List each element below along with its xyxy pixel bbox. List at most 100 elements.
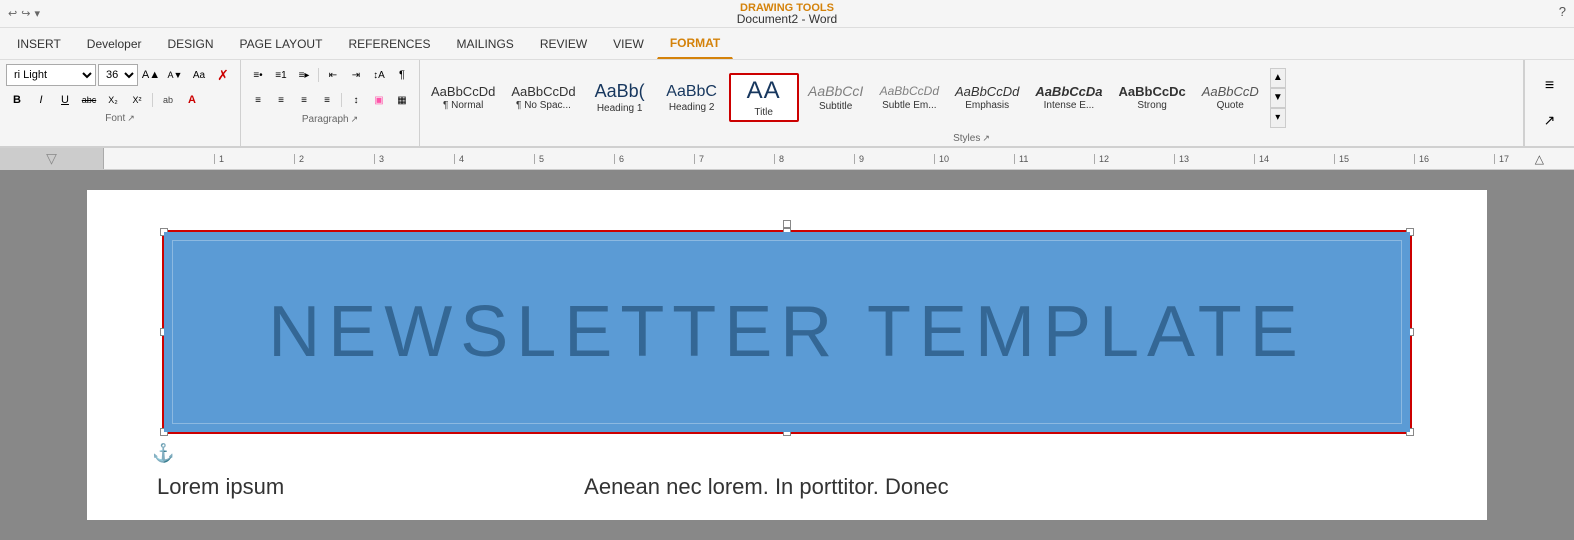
newsletter-text[interactable]: NEWSLETTER TEMPLATE <box>268 291 1305 373</box>
style-emphasis-label: Emphasis <box>965 100 1009 111</box>
style-strong[interactable]: AaBbCcDc Strong <box>1112 81 1193 115</box>
style-intense-label: Intense E... <box>1044 100 1095 111</box>
font-expand-icon[interactable]: ↗ <box>127 113 135 124</box>
tab-insert[interactable]: INSERT <box>4 28 74 59</box>
font-grow-button[interactable]: A▲ <box>140 64 162 86</box>
tab-format[interactable]: FORMAT <box>657 28 733 59</box>
styles-expand-btn[interactable]: ▾ <box>1270 108 1286 128</box>
ruler-mark-3: 3 <box>374 154 454 164</box>
text-highlight-button[interactable]: ab <box>157 89 179 111</box>
strikethrough-button[interactable]: abc <box>78 89 100 111</box>
quick-access[interactable]: ↩ ↪ ▾ <box>8 7 40 20</box>
below-text-col1: Lorem ipsum <box>157 474 284 500</box>
title-bar: ↩ ↪ ▾ DRAWING TOOLS Document2 - Word ? <box>0 0 1574 28</box>
style-quote-label: Quote <box>1217 100 1244 111</box>
below-text-area: Lorem ipsum Aenean nec lorem. In porttit… <box>147 474 1427 500</box>
handle-top-center-above[interactable] <box>783 220 791 228</box>
style-emphasis[interactable]: AaBbCcDd Emphasis <box>948 81 1026 115</box>
clear-format-button[interactable]: ✗ <box>212 64 234 86</box>
ruler-arrow-left: ▽ <box>46 150 57 167</box>
borders-button[interactable]: ▦ <box>391 89 413 111</box>
undo-icon[interactable]: ↩ <box>8 7 17 20</box>
italic-button[interactable]: I <box>30 89 52 111</box>
style-heading2[interactable]: AaBbC Heading 2 <box>657 79 727 116</box>
font-size-select[interactable]: 36 <box>98 64 138 86</box>
ruler-arrow-right: △ <box>1535 152 1544 166</box>
shading-button[interactable]: ▣ <box>368 89 390 111</box>
text-box-selection[interactable]: NEWSLETTER TEMPLATE <box>162 230 1412 434</box>
style-h1-label: Heading 1 <box>597 103 643 114</box>
redo-icon[interactable]: ↪ <box>21 7 30 20</box>
ruler-mark-13: 13 <box>1174 154 1254 164</box>
bullets-button[interactable]: ≡• <box>247 64 269 86</box>
right-btn1[interactable]: ≡ <box>1530 71 1570 101</box>
superscript-button[interactable]: X² <box>126 89 148 111</box>
align-right-button[interactable]: ≡ <box>293 89 315 111</box>
sort-button[interactable]: ↕A <box>368 64 390 86</box>
decrease-indent-button[interactable]: ⇤ <box>322 64 344 86</box>
align-left-button[interactable]: ≡ <box>247 89 269 111</box>
ruler-mark-1: 1 <box>214 154 294 164</box>
align-center-button[interactable]: ≡ <box>270 89 292 111</box>
styles-scroll-down[interactable]: ▼ <box>1270 88 1286 108</box>
style-subtle-emphasis[interactable]: AaBbCcDd Subtle Em... <box>873 81 946 113</box>
tab-references[interactable]: REFERENCES <box>335 28 443 59</box>
quick-access-arrow[interactable]: ▾ <box>34 7 40 20</box>
style-normal-label: ¶ Normal <box>443 100 483 111</box>
para-bottom-row: ≡ ≡ ≡ ≡ ↕ ▣ ▦ <box>247 89 413 111</box>
style-quote[interactable]: AaBbCcD Quote <box>1195 81 1266 115</box>
style-normal[interactable]: AaBbCcDd ¶ Normal <box>424 81 502 115</box>
style-normal-preview: AaBbCcDd <box>431 84 495 100</box>
help-icon[interactable]: ? <box>1559 4 1566 19</box>
font-group: ri Light 36 A▲ A▼ Aa ✗ B I U abc X₂ X² a… <box>0 60 241 146</box>
styles-expand-icon[interactable]: ↗ <box>982 133 990 144</box>
style-title-preview: AA <box>747 77 781 106</box>
ruler-mark-9: 9 <box>854 154 934 164</box>
style-nospace[interactable]: AaBbCcDd ¶ No Spac... <box>504 81 582 115</box>
paragraph-expand-icon[interactable]: ↗ <box>351 114 359 125</box>
change-case-button[interactable]: Aa <box>188 64 210 86</box>
font-name-select[interactable]: ri Light <box>6 64 96 86</box>
style-heading1[interactable]: AaBb( Heading 1 <box>585 78 655 118</box>
tab-design[interactable]: DESIGN <box>155 28 227 59</box>
styles-scroll-up[interactable]: ▲ <box>1270 68 1286 88</box>
increase-indent-button[interactable]: ⇥ <box>345 64 367 86</box>
bold-button[interactable]: B <box>6 89 28 111</box>
font-shrink-button[interactable]: A▼ <box>164 64 186 86</box>
style-subtitle-label: Subtitle <box>819 101 852 112</box>
ruler-mark-7: 7 <box>694 154 774 164</box>
show-formatting-button[interactable]: ¶ <box>391 64 413 86</box>
tab-developer[interactable]: Developer <box>74 28 155 59</box>
justify-button[interactable]: ≡ <box>316 89 338 111</box>
newsletter-text-box[interactable]: NEWSLETTER TEMPLATE <box>164 232 1410 432</box>
subscript-button[interactable]: X₂ <box>102 89 124 111</box>
numbering-button[interactable]: ≡1 <box>270 64 292 86</box>
ruler-mark-6: 6 <box>614 154 694 164</box>
para-top-row: ≡• ≡1 ≡▸ ⇤ ⇥ ↕A ¶ <box>247 64 413 86</box>
ruler: ▽ 1 2 3 4 5 6 7 8 9 10 11 12 13 14 15 16… <box>0 148 1574 170</box>
ruler-margin-left: ▽ <box>0 148 104 169</box>
style-title[interactable]: AA Title <box>729 73 799 122</box>
tab-view[interactable]: VIEW <box>600 28 657 59</box>
paragraph-group: ≡• ≡1 ≡▸ ⇤ ⇥ ↕A ¶ ≡ ≡ ≡ ≡ ↕ ▣ ▦ Paragrap… <box>241 60 420 146</box>
tab-page-layout[interactable]: PAGE LAYOUT <box>227 28 336 59</box>
multilevel-button[interactable]: ≡▸ <box>293 64 315 86</box>
style-subtitle[interactable]: AaBbCcI Subtitle <box>801 80 871 115</box>
underline-button[interactable]: U <box>54 89 76 111</box>
ruler-mark-4: 4 <box>454 154 534 164</box>
tab-review[interactable]: REVIEW <box>527 28 600 59</box>
tab-mailings[interactable]: MAILINGS <box>443 28 526 59</box>
ruler-mark-5: 5 <box>534 154 614 164</box>
right-btn2[interactable]: ↗ <box>1530 105 1570 135</box>
ruler-mark-15: 15 <box>1334 154 1414 164</box>
ribbon-tabs: INSERT Developer DESIGN PAGE LAYOUT REFE… <box>0 28 1574 60</box>
style-emphasis-preview: AaBbCcDd <box>955 84 1019 100</box>
font-color-button[interactable]: A <box>181 89 203 111</box>
anchor-icon: ⚓ <box>152 443 174 464</box>
ruler-mark-8: 8 <box>774 154 854 164</box>
style-intense-emphasis[interactable]: AaBbCcDa Intense E... <box>1028 81 1109 115</box>
paragraph-group-label: Paragraph ↗ <box>247 114 413 125</box>
ruler-mark-10: 10 <box>934 154 1014 164</box>
line-spacing-button[interactable]: ↕ <box>345 89 367 111</box>
ruler-mark-12: 12 <box>1094 154 1174 164</box>
